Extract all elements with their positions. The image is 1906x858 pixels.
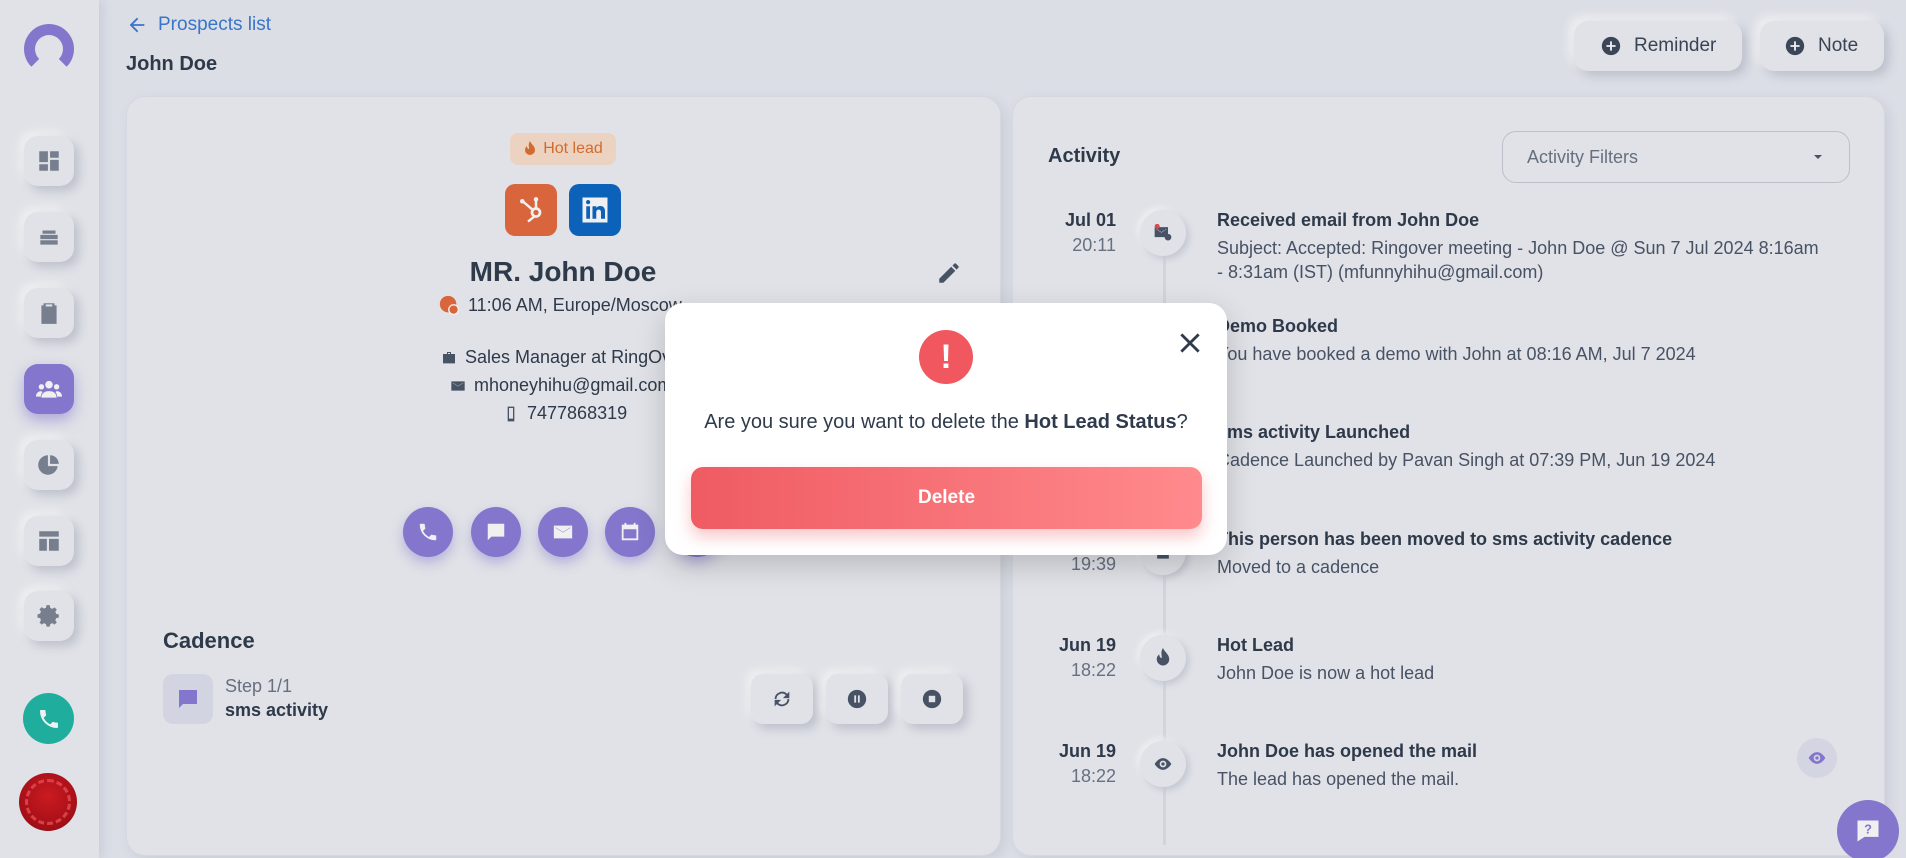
delete-confirmation-modal: ! Are you sure you want to delete the Ho… [665, 303, 1227, 555]
close-icon[interactable] [1177, 330, 1203, 356]
modal-question-bold: Hot Lead Status [1024, 411, 1177, 433]
modal-question-prefix: Are you sure you want to delete the [704, 411, 1025, 433]
modal-question-suffix: ? [1176, 411, 1188, 433]
warning-exclamation-icon: ! [919, 330, 973, 384]
modal-question: Are you sure you want to delete the Hot … [665, 411, 1227, 434]
delete-button[interactable]: Delete [691, 467, 1202, 529]
